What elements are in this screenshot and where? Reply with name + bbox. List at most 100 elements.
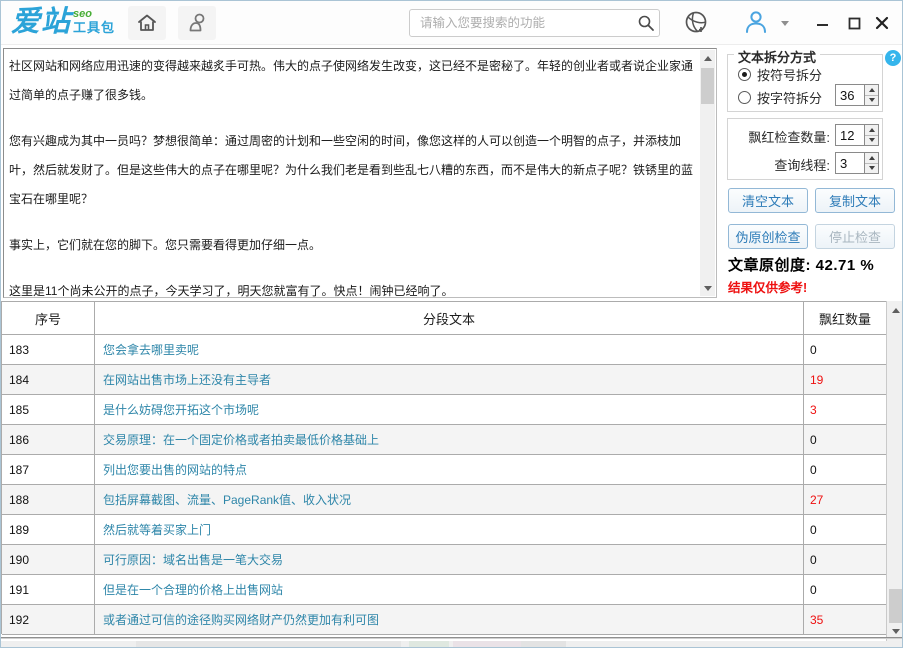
char-count-spinner[interactable]: 36: [835, 84, 879, 106]
spinner-buttons[interactable]: [865, 124, 879, 146]
spinner-buttons[interactable]: [865, 152, 879, 174]
radio-label: 按符号拆分: [757, 68, 823, 83]
contacts-icon: [185, 12, 209, 34]
red-count-value: 0: [804, 455, 886, 485]
segment-text-link[interactable]: 或者通过可信的途径购买网络财产仍然更加有利可图: [95, 605, 804, 635]
editor-content: 社区网站和网络应用迅速的变得越来越炙手可热。伟大的点子使网络发生改变，这已经不是…: [4, 49, 700, 297]
segment-text-link[interactable]: 交易原理：在一个固定价格或者拍卖最低价格基础上: [95, 425, 804, 455]
contacts-button[interactable]: [178, 6, 216, 40]
row-index: 189: [2, 515, 95, 545]
editor-scroll-thumb[interactable]: [701, 68, 714, 104]
spinner-up-icon[interactable]: [865, 85, 878, 96]
search-icon[interactable]: [633, 14, 659, 32]
app-logo: 爱站 seo 工具包: [11, 6, 115, 38]
radio-split-by-symbol[interactable]: 按符号拆分: [738, 65, 822, 84]
red-check-value[interactable]: 12: [835, 124, 865, 146]
segment-text-link[interactable]: 但是在一个合理的价格上出售网站: [95, 575, 804, 605]
table-body: 183 您会拿去哪里卖呢 0 184 在网站出售市场上还没有主导者 19 185 是什么妨碍您…: [2, 335, 886, 635]
taskbar-strip: [1, 641, 902, 647]
scroll-up-icon[interactable]: [887, 303, 902, 318]
table-row[interactable]: 192 或者通过可信的途径购买网络财产仍然更加有利可图 35: [2, 605, 886, 635]
network-icon[interactable]: [684, 10, 709, 35]
editor-paragraph: 这里是11个尚未公开的点子，今天学习了，明天您就富有了。快点！闹钟已经响了。: [9, 284, 454, 297]
spinner-down-icon[interactable]: [865, 163, 878, 173]
originality-result: 文章原创度: 42.71 %: [728, 254, 874, 275]
copy-text-button[interactable]: 复制文本: [815, 188, 895, 213]
home-button[interactable]: [128, 6, 166, 40]
spinner-buttons[interactable]: [865, 84, 879, 106]
table-row[interactable]: 186 交易原理：在一个固定价格或者拍卖最低价格基础上 0: [2, 425, 886, 455]
scroll-up-icon[interactable]: [700, 50, 715, 66]
header-segment-text: 分段文本: [95, 302, 804, 335]
editor-paragraph: 您有兴趣成为其中一员吗？梦想很简单：通过周密的计划和一些空闲的时间，像您这样的人…: [9, 134, 694, 206]
row-index: 187: [2, 455, 95, 485]
maximize-icon: [848, 17, 861, 30]
user-menu[interactable]: [743, 9, 789, 35]
segment-text-link[interactable]: 然后就等着买家上门: [95, 515, 804, 545]
minimize-button[interactable]: [811, 13, 833, 33]
search-box: [409, 9, 660, 37]
red-count-value: 35: [804, 605, 886, 635]
table-scroll-thumb[interactable]: [889, 589, 902, 623]
editor-scrollbar[interactable]: [700, 50, 715, 296]
settings-panel: ? 文本拆分方式 按符号拆分 按字符拆分 36 飘红检查数量: 12 查询线程:…: [721, 46, 902, 301]
thread-value[interactable]: 3: [835, 152, 865, 174]
red-count-value: 0: [804, 335, 886, 365]
spinner-down-icon[interactable]: [865, 95, 878, 105]
segment-text-link[interactable]: 是什么妨碍您开拓这个市场呢: [95, 395, 804, 425]
segment-text-link[interactable]: 可行原因：域名出售是一笔大交易: [95, 545, 804, 575]
table-row[interactable]: 184 在网站出售市场上还没有主导者 19: [2, 365, 886, 395]
table-row[interactable]: 185 是什么妨碍您开拓这个市场呢 3: [2, 395, 886, 425]
char-count-value[interactable]: 36: [835, 84, 865, 106]
close-icon: [875, 16, 889, 30]
segment-text-link[interactable]: 列出您要出售的网站的特点: [95, 455, 804, 485]
split-mode-group: 文本拆分方式 按符号拆分 按字符拆分 36: [727, 47, 883, 112]
table-scrollbar[interactable]: [886, 301, 902, 641]
logo-text-main: 爱站: [11, 6, 72, 38]
home-icon: [136, 13, 158, 33]
results-table: 序号 分段文本 飘红数量 183 您会拿去哪里卖呢 0 184 在网站出售市场上还没有主…: [1, 301, 887, 635]
logo-text-sub: 工具包: [73, 20, 116, 35]
spinner-down-icon[interactable]: [865, 135, 878, 145]
table-row[interactable]: 191 但是在一个合理的价格上出售网站 0: [2, 575, 886, 605]
table-row[interactable]: 190 可行原因：域名出售是一笔大交易 0: [2, 545, 886, 575]
radio-split-by-char[interactable]: 按字符拆分: [738, 88, 822, 107]
clear-text-button[interactable]: 清空文本: [728, 188, 808, 213]
red-count-value: 0: [804, 425, 886, 455]
stop-check-button[interactable]: 停止检查: [815, 224, 895, 249]
article-text-editor[interactable]: 社区网站和网络应用迅速的变得越来越炙手可热。伟大的点子使网络发生改变，这已经不是…: [3, 48, 717, 298]
red-count-value: 19: [804, 365, 886, 395]
window-bottom-border-light: [1, 638, 902, 639]
logo-text-seo: seo: [73, 8, 92, 20]
segment-text-link[interactable]: 您会拿去哪里卖呢: [95, 335, 804, 365]
close-button[interactable]: [871, 13, 893, 33]
pseudo-original-check-button[interactable]: 伪原创检查: [728, 224, 808, 249]
row-index: 183: [2, 335, 95, 365]
disclaimer-text: 结果仅供参考!: [728, 281, 808, 295]
table-row[interactable]: 189 然后就等着买家上门 0: [2, 515, 886, 545]
originality-label: 文章原创度:: [728, 257, 811, 274]
spinner-up-icon[interactable]: [865, 153, 878, 164]
segment-text-link[interactable]: 包括屏幕截图、流量、PageRank值、收入状况: [95, 485, 804, 515]
row-index: 191: [2, 575, 95, 605]
segment-text-link[interactable]: 在网站出售市场上还没有主导者: [95, 365, 804, 395]
user-icon: [743, 9, 769, 35]
help-icon[interactable]: ?: [885, 50, 901, 66]
table-row[interactable]: 187 列出您要出售的网站的特点 0: [2, 455, 886, 485]
radio-icon[interactable]: [738, 91, 751, 104]
table-row[interactable]: 183 您会拿去哪里卖呢 0: [2, 335, 886, 365]
radio-icon[interactable]: [738, 68, 751, 81]
header-index: 序号: [2, 302, 95, 335]
red-check-spinner[interactable]: 12: [835, 124, 879, 146]
maximize-button[interactable]: [843, 13, 865, 33]
search-input[interactable]: [410, 16, 633, 30]
editor-paragraph: 社区网站和网络应用迅速的变得越来越炙手可热。伟大的点子使网络发生改变，这已经不是…: [9, 59, 694, 102]
red-count-value: 0: [804, 515, 886, 545]
table-row[interactable]: 188 包括屏幕截图、流量、PageRank值、收入状况 27: [2, 485, 886, 515]
thread-spinner[interactable]: 3: [835, 152, 879, 174]
spinner-up-icon[interactable]: [865, 125, 878, 136]
row-index: 185: [2, 395, 95, 425]
red-count-value: 27: [804, 485, 886, 515]
scroll-down-icon[interactable]: [700, 280, 715, 296]
table-header: 序号 分段文本 飘红数量: [2, 302, 886, 335]
